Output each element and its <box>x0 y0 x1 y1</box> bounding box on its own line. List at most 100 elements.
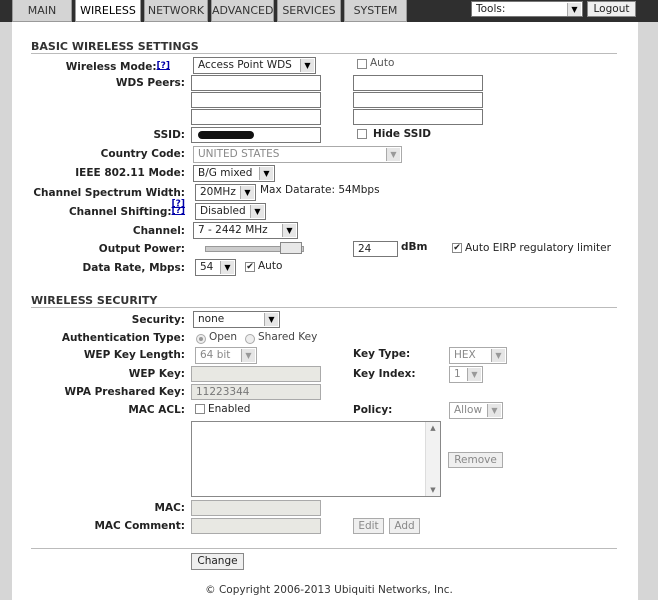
scroll-up-icon[interactable]: ▲ <box>426 422 440 434</box>
wds-peer-2-input[interactable] <box>353 75 483 91</box>
wds-peer-1-input[interactable] <box>191 75 321 91</box>
ieee-mode-select[interactable]: B/G mixed ▼ <box>193 165 275 182</box>
mac-comment-input[interactable] <box>191 518 321 534</box>
mac-input[interactable] <box>191 500 321 516</box>
left-gutter <box>0 22 12 600</box>
edit-button[interactable]: Edit <box>353 518 384 534</box>
policy-value: Allow <box>454 404 483 416</box>
channel-select[interactable]: 7 - 2442 MHz ▼ <box>193 222 298 239</box>
scrollbar[interactable]: ▲ ▼ <box>425 422 440 496</box>
spectrum-width-value: 20MHz <box>200 186 236 198</box>
wireless-mode-value: Access Point WDS <box>198 59 292 71</box>
help-link[interactable]: [?] <box>172 206 185 216</box>
auth-open-radio[interactable] <box>196 334 206 344</box>
wds-peer-5-input[interactable] <box>191 109 321 125</box>
redacted-ssid <box>198 131 254 139</box>
max-datarate-text: Max Datarate: 54Mbps <box>260 184 380 196</box>
key-index-label: Key Index: <box>353 368 416 380</box>
wep-key-length-select[interactable]: 64 bit ▼ <box>195 347 257 364</box>
output-power-input[interactable]: 24 <box>353 241 398 257</box>
tab-network[interactable]: NETWORK <box>144 0 208 22</box>
ieee-mode-value: B/G mixed <box>198 167 253 179</box>
chevron-down-icon: ▼ <box>259 167 273 180</box>
logout-button[interactable]: Logout <box>587 1 636 17</box>
tab-main[interactable]: MAIN <box>12 0 72 22</box>
remove-button[interactable]: Remove <box>448 452 503 468</box>
wds-peer-3-input[interactable] <box>191 92 321 108</box>
country-code-label: Country Code: <box>100 148 185 160</box>
section-divider <box>31 307 617 308</box>
hide-ssid-label: Hide SSID <box>373 128 431 140</box>
chevron-down-icon: ▼ <box>264 313 278 326</box>
output-power-unit: dBm <box>401 241 428 253</box>
channel-shifting-label: Channel Shifting:[?] <box>40 206 185 218</box>
wpa-preshared-key-label: WPA Preshared Key: <box>64 386 186 398</box>
wep-key-length-value: 64 bit <box>200 349 231 361</box>
channel-shifting-select[interactable]: Disabled ▼ <box>195 203 266 220</box>
spectrum-width-select[interactable]: 20MHz ▼ <box>195 184 256 201</box>
wds-peer-4-input[interactable] <box>353 92 483 108</box>
top-navigation-bar: MAIN WIRELESS NETWORK ADVANCED SERVICES … <box>0 0 658 22</box>
security-select[interactable]: none ▼ <box>193 311 280 328</box>
data-rate-auto-label: Auto <box>258 260 283 272</box>
auto-eirp-label: Auto EIRP regulatory limiter <box>465 242 611 254</box>
channel-shifting-value: Disabled <box>200 205 246 217</box>
wep-key-label: WEP Key: <box>128 368 185 380</box>
data-rate-value: 54 <box>200 261 214 273</box>
right-gutter <box>638 22 658 600</box>
ssid-input[interactable] <box>191 127 321 143</box>
wep-key-input[interactable] <box>191 366 321 382</box>
mac-acl-enabled-checkbox[interactable] <box>195 404 205 414</box>
chevron-down-icon: ▼ <box>467 368 481 381</box>
country-code-select[interactable]: UNITED STATES ▼ <box>193 146 402 163</box>
output-power-label: Output Power: <box>98 243 185 255</box>
wds-peers-label: WDS Peers: <box>115 77 185 89</box>
mac-acl-list[interactable]: ▲ ▼ <box>191 421 441 497</box>
auto-eirp-checkbox[interactable]: ✔ <box>452 243 462 253</box>
wds-peer-6-input[interactable] <box>353 109 483 125</box>
auth-shared-key-label: Shared Key <box>258 331 318 343</box>
wep-key-length-label: WEP Key Length: <box>83 349 185 361</box>
wireless-mode-select[interactable]: Access Point WDS ▼ <box>193 57 316 74</box>
wireless-mode-auto-label: Auto <box>370 57 395 69</box>
copyright-footer: © Copyright 2006-2013 Ubiquiti Networks,… <box>205 584 453 596</box>
tab-services[interactable]: SERVICES <box>277 0 341 22</box>
chevron-down-icon: ▼ <box>240 186 254 199</box>
channel-label: Channel: <box>132 225 185 237</box>
tab-advanced[interactable]: ADVANCED <box>211 0 274 22</box>
key-type-label: Key Type: <box>353 348 411 360</box>
output-power-slider-handle[interactable] <box>280 242 302 254</box>
tab-system[interactable]: SYSTEM <box>344 0 407 22</box>
data-rate-select[interactable]: 54 ▼ <box>195 259 236 276</box>
ieee-mode-label: IEEE 802.11 Mode: <box>75 167 185 179</box>
help-link[interactable]: [?] <box>157 61 170 71</box>
chevron-down-icon: ▼ <box>567 3 581 16</box>
add-button[interactable]: Add <box>389 518 420 534</box>
policy-label: Policy: <box>353 404 393 416</box>
security-label: Security: <box>131 314 185 326</box>
change-button[interactable]: Change <box>191 553 244 570</box>
data-rate-auto-checkbox[interactable]: ✔ <box>245 262 255 272</box>
tab-wireless[interactable]: WIRELESS <box>75 0 141 22</box>
section-divider <box>31 548 617 549</box>
chevron-down-icon: ▼ <box>491 349 505 362</box>
chevron-down-icon: ▼ <box>282 224 296 237</box>
key-index-value: 1 <box>454 368 461 380</box>
auth-shared-key-radio[interactable] <box>245 334 255 344</box>
data-rate-label: Data Rate, Mbps: <box>82 262 185 274</box>
policy-select[interactable]: Allow ▼ <box>449 402 503 419</box>
chevron-down-icon: ▼ <box>220 261 234 274</box>
scroll-down-icon[interactable]: ▼ <box>426 484 440 496</box>
mac-acl-enabled-label: Enabled <box>208 403 251 415</box>
basic-section-title: BASIC WIRELESS SETTINGS <box>31 40 199 53</box>
security-section-title: WIRELESS SECURITY <box>31 294 158 307</box>
mac-comment-label: MAC Comment: <box>94 520 185 532</box>
hide-ssid-checkbox[interactable] <box>357 129 367 139</box>
key-type-select[interactable]: HEX ▼ <box>449 347 507 364</box>
wireless-mode-auto-checkbox[interactable] <box>357 59 367 69</box>
country-code-value: UNITED STATES <box>198 148 280 160</box>
key-index-select[interactable]: 1 ▼ <box>449 366 483 383</box>
auth-open-label: Open <box>209 331 238 343</box>
tools-dropdown[interactable]: Tools: ▼ <box>471 1 583 17</box>
wpa-preshared-key-input[interactable]: 11223344 <box>191 384 321 400</box>
